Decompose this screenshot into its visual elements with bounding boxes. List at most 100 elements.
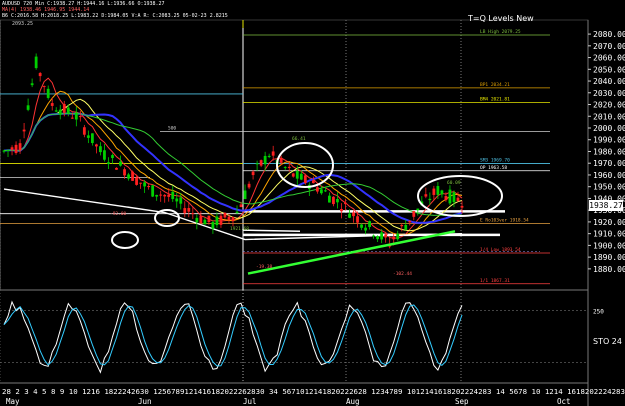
candle-body: [115, 167, 118, 170]
y-tick-label: 1900.00: [593, 241, 625, 250]
candle-body: [6, 149, 10, 151]
candle-body: [376, 236, 380, 240]
candle-body: [352, 212, 355, 217]
y-tick-label: 2070.00: [593, 42, 625, 51]
candle-body: [135, 177, 138, 185]
candle-body: [183, 208, 187, 214]
candle-body: [247, 183, 251, 188]
candle-body: [332, 196, 335, 205]
y-tick-label: 1960.00: [593, 171, 625, 180]
candle-body: [90, 133, 94, 144]
candle-body: [239, 204, 243, 208]
candle-body: [283, 166, 287, 168]
candle-body: [460, 205, 464, 208]
level-label: E Ro103ver 1918.54: [480, 218, 529, 224]
price-annotation: 60.09: [447, 180, 461, 186]
candle-body: [416, 208, 420, 211]
candle-body: [187, 208, 191, 212]
y-tick-label: 2030.00: [593, 89, 625, 98]
candle-body: [99, 146, 102, 153]
current-price-badge: 1938.27: [589, 200, 623, 211]
y-tick-label: 1880.00: [593, 265, 625, 274]
candle-body: [30, 83, 34, 86]
price-annotation: -102.44: [393, 271, 412, 277]
x-month-label: Sep: [455, 397, 469, 406]
candle-body: [2, 150, 6, 152]
y-tick-label: 1950.00: [593, 183, 625, 192]
header-line-3: B6 C:2016.58 H:2018.25 L:1983.22 D:1984.…: [2, 13, 228, 19]
annotation-ellipse: [111, 231, 139, 249]
y-tick-label: 1890.00: [593, 253, 625, 262]
candle-body: [372, 235, 376, 237]
candle-body: [448, 189, 452, 204]
y-tick-label: 1990.00: [593, 136, 625, 145]
candle-body: [223, 212, 227, 218]
y-tick-label: 2010.00: [593, 112, 625, 121]
candle-body: [255, 163, 259, 165]
candle-body: [400, 225, 404, 227]
candle-body: [34, 56, 38, 69]
candle-body: [207, 215, 211, 223]
candle-body: [396, 233, 400, 240]
y-tick-label: 2080.00: [593, 30, 625, 39]
candle-body: [191, 213, 195, 215]
candle-body: [179, 197, 183, 204]
candle-body: [10, 147, 14, 150]
candle-body: [86, 135, 90, 138]
price-annotation: -19.38: [256, 264, 273, 270]
level-label: 500: [168, 126, 176, 132]
trend-line: [247, 230, 456, 275]
candle-body: [408, 220, 412, 223]
candle-body: [147, 185, 151, 188]
candle-body: [336, 198, 339, 203]
candle-body: [131, 171, 134, 181]
candle-body: [175, 198, 179, 202]
candle-body: [199, 215, 203, 223]
candle-body: [303, 175, 307, 184]
candle-body: [139, 182, 142, 184]
candle-body: [171, 191, 175, 200]
candle-body: [159, 194, 163, 196]
candle-body: [215, 216, 219, 226]
candle-body: [328, 195, 331, 203]
candle-body: [62, 103, 66, 113]
candle-body: [123, 169, 126, 176]
candle-body: [119, 161, 122, 166]
candle-body: [279, 157, 283, 163]
price-chart: 1880.001890.001900.001910.001920.001930.…: [0, 19, 625, 406]
level-label: 1/4 Low 1893.54: [480, 247, 521, 253]
candle-body: [46, 88, 50, 98]
candle-body: [18, 143, 22, 151]
candle-body: [360, 224, 363, 228]
support-line: [242, 229, 301, 233]
candle-body: [227, 216, 231, 220]
candle-body: [235, 211, 239, 214]
candle-body: [315, 187, 319, 192]
candle-body: [70, 117, 74, 119]
x-tick-labels: 28 2 3 4 5 8 9 10 1216 1822242630 125678…: [2, 387, 625, 396]
candle-body: [66, 107, 70, 114]
candle-body: [78, 116, 82, 118]
candle-body: [163, 194, 167, 197]
x-month-label: Oct: [557, 397, 571, 406]
candle-body: [348, 213, 351, 218]
y-tick-label: 1970.00: [593, 159, 625, 168]
x-month-label: May: [6, 397, 20, 406]
candle-body: [295, 170, 299, 179]
price-annotation: 66.41: [292, 136, 306, 142]
candle-body: [243, 190, 247, 199]
candle-body: [103, 150, 106, 160]
candle-body: [50, 103, 54, 106]
x-month-label: Aug: [346, 397, 360, 406]
candle-body: [364, 227, 367, 231]
candle-body: [203, 219, 207, 225]
x-month-label: Jul: [243, 397, 257, 406]
candle-body: [54, 110, 58, 112]
candle-body: [231, 216, 235, 222]
candle-body: [14, 144, 18, 154]
moving-average-line: [3, 112, 463, 224]
candle-body: [291, 173, 295, 177]
candle-body: [42, 86, 46, 88]
candle-body: [324, 190, 327, 192]
candle-body: [424, 194, 428, 197]
